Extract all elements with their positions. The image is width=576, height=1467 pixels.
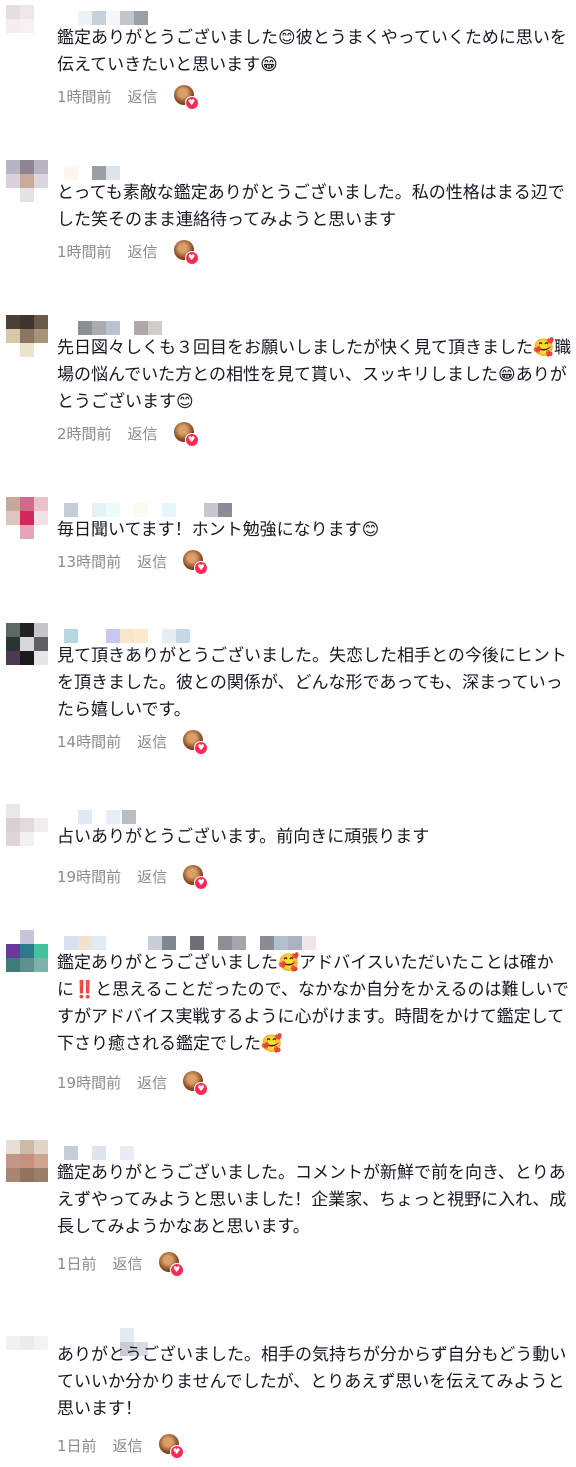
username[interactable] (62, 1328, 262, 1356)
comment-time: 14時間前 (57, 732, 122, 751)
reply-button[interactable]: 返信 (128, 86, 158, 107)
username[interactable] (62, 810, 262, 824)
reply-button[interactable]: 返信 (113, 1253, 143, 1274)
creator-liked-heart-icon: ♥ (173, 85, 199, 110)
creator-liked-heart-icon: ♥ (158, 1252, 184, 1277)
reply-button[interactable]: 返信 (128, 241, 158, 262)
avatar[interactable] (6, 1322, 48, 1364)
comment-time: 1日前 (57, 1254, 97, 1273)
comment-time: 19時間前 (57, 1073, 122, 1092)
avatar[interactable] (6, 315, 48, 357)
comment-time: 13時間前 (57, 552, 122, 571)
username[interactable] (62, 503, 262, 517)
comment-meta: 19時間前 返信 ♥ (57, 1070, 209, 1096)
reply-button[interactable]: 返信 (137, 1072, 167, 1093)
comment-meta: 19時間前 返信 ♥ (57, 864, 209, 890)
reply-button[interactable]: 返信 (137, 731, 167, 752)
avatar[interactable] (6, 497, 48, 539)
avatar[interactable] (6, 160, 48, 202)
comment-text: 鑑定ありがとうございました🥰アドバイスいただいたことは確かに‼️と思えることだっ… (57, 953, 569, 1054)
comment-text: 鑑定ありがとうございました。コメントが新鮮で前を向き、とりあえずやってみようと思… (57, 1163, 567, 1237)
avatar[interactable] (6, 5, 48, 47)
avatar[interactable] (6, 930, 48, 972)
comment-meta: 2時間前 返信 ♥ (57, 421, 199, 447)
comment-text: 毎日聞いてます！ホント勉強になります😊 (57, 520, 380, 540)
creator-liked-heart-icon: ♥ (183, 730, 209, 755)
reply-button[interactable]: 返信 (137, 866, 167, 887)
comment-meta: 13時間前 返信 ♥ (57, 549, 209, 575)
comment-time: 19時間前 (57, 867, 122, 886)
comment-text: 先日図々しくも３回目をお願いしましたが快く見て頂きました🥰職場の悩んでいた方との… (57, 338, 572, 412)
comment-meta: 1日前 返信 ♥ (57, 1433, 184, 1459)
comment-meta: 1時間前 返信 ♥ (57, 239, 199, 265)
username[interactable] (62, 1146, 262, 1160)
creator-liked-heart-icon: ♥ (173, 422, 199, 447)
username[interactable] (62, 936, 316, 950)
reply-button[interactable]: 返信 (113, 1435, 143, 1456)
comment-time: 1時間前 (57, 242, 112, 261)
comment-text: 鑑定ありがとうございました😊彼とうまくやっていくために思いを伝えていきたいと思い… (57, 28, 567, 75)
reply-button[interactable]: 返信 (128, 423, 158, 444)
comment-meta: 1時間前 返信 ♥ (57, 84, 199, 110)
comment-text: とっても素敵な鑑定ありがとうございました。私の性格はまる辺でした笑そのまま連絡待… (57, 183, 565, 230)
comment-time: 1時間前 (57, 87, 112, 106)
creator-liked-heart-icon: ♥ (158, 1434, 184, 1459)
creator-liked-heart-icon: ♥ (173, 240, 199, 265)
avatar[interactable] (6, 1140, 48, 1182)
username[interactable] (62, 321, 262, 335)
comment-text: 見て頂きありがとうございました。失恋した相手との今後にヒントを頂きました。彼との… (57, 646, 567, 720)
avatar[interactable] (6, 804, 48, 846)
avatar[interactable] (6, 623, 48, 665)
creator-liked-heart-icon: ♥ (183, 1071, 209, 1096)
reply-button[interactable]: 返信 (137, 551, 167, 572)
creator-liked-heart-icon: ♥ (183, 865, 209, 890)
username[interactable] (62, 11, 262, 25)
comment-meta: 1日前 返信 ♥ (57, 1251, 184, 1277)
creator-liked-heart-icon: ♥ (183, 550, 209, 575)
comment-text: ありがとうございました。相手の気持ちが分からず自分もどう動いていいか分かりません… (57, 1345, 567, 1419)
comment-text: 占いありがとうございます。前向きに頑張ります (57, 827, 430, 847)
comment-meta: 14時間前 返信 ♥ (57, 729, 209, 755)
comment-time: 1日前 (57, 1436, 97, 1455)
comment-time: 2時間前 (57, 424, 112, 443)
username[interactable] (62, 166, 262, 180)
username[interactable] (62, 629, 262, 643)
